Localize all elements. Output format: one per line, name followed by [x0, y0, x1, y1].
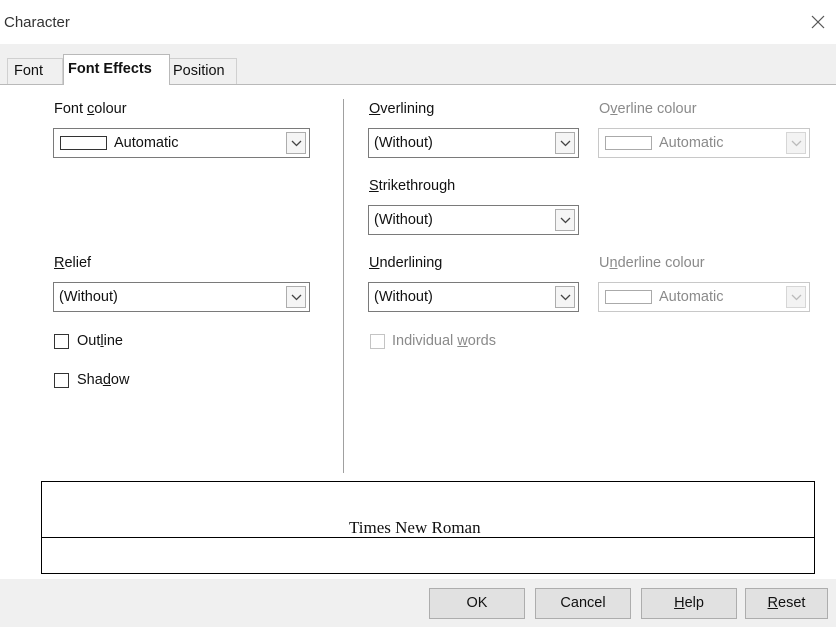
label-part: v: [610, 101, 618, 117]
label-part: w: [457, 333, 468, 349]
reset-button[interactable]: Reset: [745, 588, 828, 619]
relief-label: Relief: [54, 255, 91, 271]
tab-font-effects-label: Font Effects: [68, 61, 152, 77]
tab-position[interactable]: Position: [169, 58, 237, 84]
tab-position-label: Position: [173, 63, 225, 79]
overline-colour-label: Overline colour: [599, 101, 697, 117]
window-title: Character: [4, 14, 70, 31]
label-part: eset: [778, 595, 806, 611]
strikethrough-value: (Without): [374, 212, 433, 228]
font-colour-value: Automatic: [114, 135, 179, 151]
preview-box: Times New Roman: [41, 481, 815, 574]
label-part: R: [54, 255, 65, 271]
underline-colour-value: Automatic: [659, 289, 724, 305]
chevron-down-icon[interactable]: [286, 286, 306, 308]
label-part: Out: [77, 333, 101, 349]
individual-words-label: Individual words: [392, 333, 496, 349]
underlining-value: (Without): [374, 289, 433, 305]
label-part: ords: [467, 333, 496, 349]
underlining-dropdown[interactable]: (Without): [368, 282, 579, 312]
colour-swatch: [605, 290, 652, 304]
label-part: Individual: [392, 333, 458, 349]
relief-value: (Without): [59, 289, 118, 305]
column-divider: [343, 99, 344, 473]
overlining-dropdown[interactable]: (Without): [368, 128, 579, 158]
label-part: olour: [94, 101, 127, 117]
label-part: Font: [54, 101, 88, 117]
colour-swatch: [60, 136, 107, 150]
underline-colour-dropdown[interactable]: Automatic: [598, 282, 810, 312]
chevron-down-icon[interactable]: [555, 286, 575, 308]
title-bar: Character: [0, 0, 836, 44]
font-colour-dropdown[interactable]: Automatic: [53, 128, 310, 158]
cancel-button[interactable]: Cancel: [535, 588, 631, 619]
overline-colour-value: Automatic: [659, 135, 724, 151]
label-part: Sha: [77, 372, 103, 388]
tab-font[interactable]: Font: [7, 58, 63, 84]
overline-colour-dropdown[interactable]: Automatic: [598, 128, 810, 158]
ok-button[interactable]: OK: [429, 588, 525, 619]
label-part: erline colour: [617, 101, 697, 117]
font-colour-label: Font colour: [54, 101, 127, 117]
overlining-label: Overlining: [369, 101, 434, 117]
chevron-down-icon[interactable]: [555, 209, 575, 231]
label-part: trikethrough: [378, 178, 456, 194]
underline-colour-label: Underline colour: [599, 255, 705, 271]
label-part: R: [767, 595, 779, 611]
preview-sample-text: Times New Roman: [347, 518, 483, 538]
label-part: ine: [103, 333, 123, 349]
outline-label[interactable]: Outline: [77, 333, 123, 349]
label-part: d: [102, 372, 111, 388]
relief-dropdown[interactable]: (Without): [53, 282, 310, 312]
overlining-value: (Without): [374, 135, 433, 151]
individual-words-checkbox[interactable]: [370, 334, 385, 349]
shadow-label[interactable]: Shadow: [77, 372, 129, 388]
chevron-down-icon: [786, 132, 806, 154]
label-part: O: [369, 101, 381, 117]
strikethrough-dropdown[interactable]: (Without): [368, 205, 579, 235]
label-part: nderlining: [379, 255, 443, 271]
label-part: n: [609, 255, 618, 271]
shadow-checkbox[interactable]: [54, 373, 69, 388]
label-part: S: [369, 178, 379, 194]
label-part: O: [599, 101, 611, 117]
chevron-down-icon[interactable]: [555, 132, 575, 154]
tab-font-effects[interactable]: Font Effects: [63, 54, 170, 85]
label-part: U: [599, 255, 610, 271]
outline-checkbox[interactable]: [54, 334, 69, 349]
label-part: verlining: [380, 101, 435, 117]
label-part: H: [674, 595, 685, 611]
colour-swatch: [605, 136, 652, 150]
label-part: derline colour: [617, 255, 705, 271]
chevron-down-icon: [786, 286, 806, 308]
label-part: elp: [684, 595, 704, 611]
label-part: elief: [64, 255, 92, 271]
close-icon[interactable]: [806, 10, 830, 34]
underlining-label: Underlining: [369, 255, 442, 271]
help-button[interactable]: Help: [641, 588, 737, 619]
label-part: U: [369, 255, 380, 271]
tab-font-label: Font: [14, 63, 44, 79]
strikethrough-label: Strikethrough: [369, 178, 455, 194]
label-part: ow: [110, 372, 130, 388]
chevron-down-icon[interactable]: [286, 132, 306, 154]
